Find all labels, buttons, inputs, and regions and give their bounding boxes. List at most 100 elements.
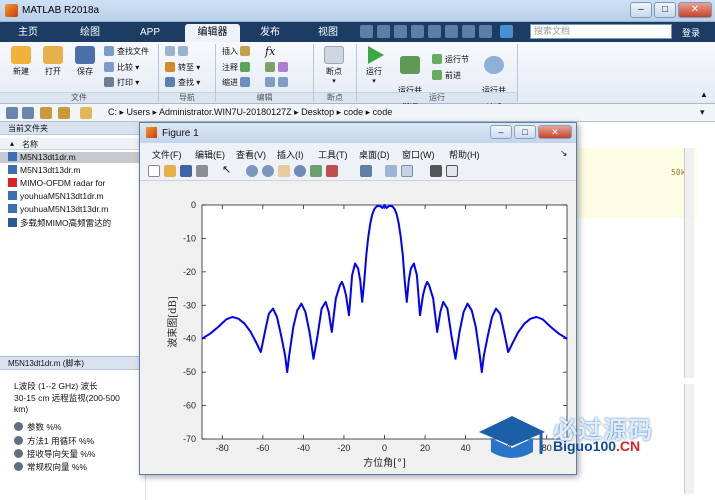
run-group-label: 运行: [357, 92, 517, 103]
undo-quick-icon[interactable]: [428, 25, 441, 38]
advance-icon: [432, 70, 442, 80]
figure-close-button[interactable]: ✕: [538, 125, 572, 139]
menu-tools[interactable]: 工具(T): [318, 148, 348, 161]
print-figure-icon[interactable]: [196, 165, 208, 177]
browse-folder-icon[interactable]: [58, 107, 70, 119]
menu-window[interactable]: 窗口(W): [402, 148, 435, 161]
login-link[interactable]: 登录: [682, 26, 700, 39]
tab-view[interactable]: 视图: [308, 24, 348, 42]
editor-scrollbar[interactable]: [684, 148, 694, 378]
open-file-icon[interactable]: [164, 165, 176, 177]
save-figure-icon[interactable]: [180, 165, 192, 177]
maximize-button[interactable]: □: [654, 2, 676, 18]
cut-quick-icon[interactable]: [377, 25, 390, 38]
rotate-icon[interactable]: [294, 165, 306, 177]
run-and-time-icon: [484, 56, 504, 74]
paste-quick-icon[interactable]: [411, 25, 424, 38]
breakpoints-icon: [324, 46, 344, 64]
zoom-out-icon[interactable]: [262, 165, 274, 177]
details-text: 30-15 cm 远程监视(200-500: [14, 393, 120, 403]
details-item[interactable]: 常规权向量 %%: [14, 461, 87, 473]
menu-help[interactable]: 帮助(H): [449, 148, 480, 161]
list-item[interactable]: M5N13dt1dr.m: [0, 152, 145, 163]
run-and-advance-icon: [400, 56, 420, 74]
nav-group-label: 导航: [159, 92, 215, 103]
details-item[interactable]: 方法1 用循环 %%: [14, 435, 94, 447]
nav-back-forward[interactable]: [165, 46, 191, 56]
path-dropdown-icon[interactable]: ▾: [700, 107, 705, 118]
pointer-icon[interactable]: ↖: [222, 163, 234, 176]
x-tick-label: 40: [461, 443, 471, 453]
find-button[interactable]: 查找 ▾: [165, 77, 200, 88]
menu-view[interactable]: 查看(V): [236, 148, 266, 161]
data-cursor-icon[interactable]: [310, 165, 322, 177]
list-item[interactable]: 多载频MIMO高频雷达的: [8, 217, 145, 228]
figure-maximize-button[interactable]: □: [514, 125, 536, 139]
help-icon[interactable]: [500, 25, 513, 38]
brush-icon[interactable]: [326, 165, 338, 177]
new-figure-icon[interactable]: [148, 165, 160, 177]
collapse-ribbon-icon[interactable]: ▲: [700, 90, 708, 99]
x-tick-label: -80: [216, 443, 229, 453]
back-icon[interactable]: [6, 107, 18, 119]
tab-plots[interactable]: 绘图: [70, 24, 110, 42]
run-button[interactable]: 运行 ▾: [360, 46, 388, 85]
run-section-button[interactable]: 运行节: [432, 54, 469, 65]
advance-button[interactable]: 前进: [432, 70, 461, 81]
insert-button[interactable]: 插入: [222, 46, 253, 57]
help-quick-icon[interactable]: [479, 25, 492, 38]
menu-dock-icon[interactable]: ↘: [560, 148, 568, 159]
edit-tools[interactable]: [265, 62, 291, 72]
menu-desktop[interactable]: 桌面(D): [359, 148, 390, 161]
breakpoints-button[interactable]: 断点 ▾: [318, 46, 350, 85]
close-button[interactable]: ✕: [678, 2, 712, 18]
comment-button[interactable]: 注释: [222, 62, 253, 73]
compare-button[interactable]: 比较 ▾: [104, 62, 139, 73]
list-item[interactable]: MIMO-OFDM radar for: [8, 178, 145, 189]
list-item[interactable]: M5N13dt13dr.m: [8, 165, 145, 176]
indent-button[interactable]: 缩进: [222, 77, 253, 88]
forward-icon[interactable]: [22, 107, 34, 119]
redo-quick-icon[interactable]: [445, 25, 458, 38]
copy-quick-icon[interactable]: [394, 25, 407, 38]
new-button[interactable]: 新建: [6, 46, 36, 77]
menu-insert[interactable]: 插入(I): [277, 148, 304, 161]
find-files-button[interactable]: 查找文件: [104, 46, 149, 57]
colorbar-icon[interactable]: [385, 165, 397, 177]
column-header[interactable]: 名称 ▴: [0, 138, 145, 150]
legend-icon[interactable]: [401, 165, 413, 177]
edit-group-label: 编辑: [216, 92, 313, 103]
save-quick-icon[interactable]: [360, 25, 373, 38]
tab-home[interactable]: 主页: [8, 24, 48, 42]
details-item[interactable]: 接收导向矢量 %%: [14, 448, 95, 460]
cell-highlight: [566, 148, 697, 218]
pan-icon[interactable]: [278, 165, 290, 177]
fx-button[interactable]: fx: [265, 45, 275, 58]
show-tools-icon[interactable]: [446, 165, 458, 177]
hide-tools-icon[interactable]: [430, 165, 442, 177]
open-button[interactable]: 打开: [38, 46, 68, 77]
up-folder-icon[interactable]: [40, 107, 52, 119]
figure-minimize-button[interactable]: –: [490, 125, 512, 139]
indent-tools[interactable]: [265, 77, 291, 87]
print-button[interactable]: 打印 ▾: [104, 77, 139, 88]
details-item[interactable]: 参数 %%: [14, 421, 61, 433]
list-item[interactable]: youhuaM5N13dt13dr.m: [8, 204, 145, 215]
list-item[interactable]: youhuaM5N13dt1dr.m: [8, 191, 145, 202]
minimize-button[interactable]: –: [630, 2, 652, 18]
tab-publish[interactable]: 发布: [250, 24, 290, 42]
search-input[interactable]: 搜索文档: [530, 24, 672, 39]
matlab-logo-icon: [5, 4, 18, 17]
menu-file[interactable]: 文件(F): [152, 148, 182, 161]
section-icon: [14, 449, 23, 458]
tab-apps[interactable]: APP: [130, 24, 170, 42]
tab-editor[interactable]: 编辑器: [185, 24, 240, 42]
current-path[interactable]: C: ▸ Users ▸ Administrator.WIN7U-2018012…: [108, 107, 392, 118]
switch-window-icon[interactable]: [462, 25, 475, 38]
menu-edit[interactable]: 编辑(E): [195, 148, 225, 161]
link-plot-icon[interactable]: [360, 165, 372, 177]
goto-button[interactable]: 转至 ▾: [165, 62, 200, 73]
percent-icon: [265, 62, 275, 72]
save-button[interactable]: 保存: [70, 46, 100, 77]
zoom-in-icon[interactable]: [246, 165, 258, 177]
